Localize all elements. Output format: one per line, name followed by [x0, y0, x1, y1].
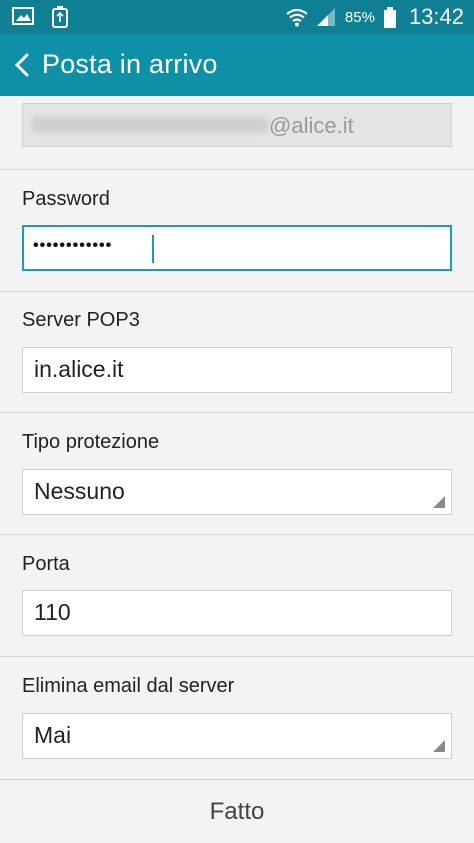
- divider: [0, 291, 474, 292]
- done-button[interactable]: Fatto: [0, 780, 474, 843]
- status-bar: 85% 13:42: [0, 0, 474, 34]
- dropdown-arrow-icon: [433, 496, 445, 508]
- port-label: Porta: [22, 553, 70, 575]
- divider: [0, 534, 474, 535]
- incoming-settings-form: @alice.it Password •••••••••••• Server P…: [0, 96, 474, 776]
- email-field: @alice.it: [22, 103, 452, 147]
- wifi-icon: [285, 7, 308, 27]
- server-label: Server POP3: [22, 309, 140, 331]
- security-value: Nessuno: [34, 478, 125, 504]
- page-title: Posta in arrivo: [42, 49, 218, 79]
- divider: [0, 656, 474, 657]
- password-value: ••••••••••••: [33, 237, 113, 254]
- delete-email-label: Elimina email dal server: [22, 675, 235, 697]
- password-label: Password: [22, 188, 110, 210]
- image-icon: [12, 6, 34, 26]
- battery-icon: [383, 7, 397, 28]
- port-field[interactable]: 110: [22, 590, 452, 636]
- server-field[interactable]: in.alice.it: [22, 347, 452, 393]
- clock: 13:42: [408, 4, 464, 29]
- dropdown-arrow-icon: [433, 740, 445, 752]
- security-label: Tipo protezione: [22, 431, 160, 453]
- email-domain: @alice.it: [269, 113, 354, 138]
- bottom-bar: Fatto: [0, 779, 474, 843]
- password-field[interactable]: ••••••••••••: [22, 225, 452, 271]
- security-dropdown[interactable]: Nessuno: [22, 469, 452, 515]
- back-arrow-icon[interactable]: [8, 48, 38, 82]
- battery-percent: 85%: [344, 8, 375, 26]
- delete-email-value: Mai: [34, 722, 72, 748]
- action-bar: Posta in arrivo: [0, 34, 474, 96]
- signal-icon: [315, 7, 337, 27]
- server-value: in.alice.it: [34, 356, 124, 382]
- divider: [0, 169, 474, 170]
- divider: [0, 412, 474, 413]
- redacted-username: [31, 117, 269, 133]
- text-cursor: [152, 235, 154, 263]
- port-value: 110: [34, 599, 71, 625]
- usb-icon: [50, 6, 72, 28]
- delete-email-dropdown[interactable]: Mai: [22, 713, 452, 759]
